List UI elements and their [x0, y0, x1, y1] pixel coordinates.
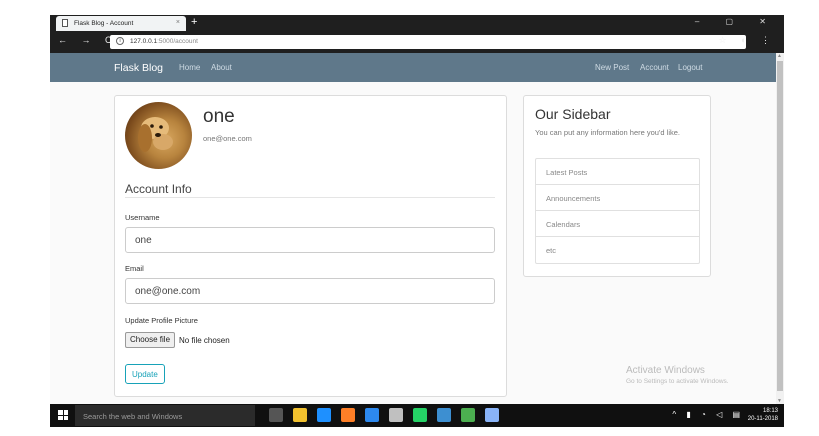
app-icon[interactable]: [437, 408, 451, 422]
nav-buttons[interactable]: ← → C: [58, 35, 118, 45]
url-path: :5000/account: [157, 38, 198, 45]
sidebar-item-latest-posts[interactable]: Latest Posts: [536, 159, 699, 185]
account-username-heading: one: [203, 106, 235, 127]
nav-home-link[interactable]: Home: [179, 63, 200, 72]
sidebar-card: Our Sidebar You can put any information …: [523, 95, 711, 277]
legend-divider: [125, 197, 495, 198]
username-label: Username: [125, 213, 160, 222]
activate-windows-subtitle: Go to Settings to activate Windows.: [626, 378, 729, 385]
system-tray-icons[interactable]: ^ ▮ ◔ ◁ ▤: [672, 410, 744, 419]
toolbar-icons[interactable]: ☆ ◐ ⋮: [718, 35, 776, 46]
sidebar-item-etc[interactable]: etc: [536, 237, 699, 263]
site-navbar: Flask Blog Home About New Post Account L…: [50, 53, 776, 82]
new-tab-button[interactable]: +: [191, 16, 197, 29]
avatar: [125, 102, 192, 169]
info-icon[interactable]: i: [116, 37, 124, 45]
screen: Flask Blog - Account × + – ▢ ✕ ← → C i 1…: [0, 0, 819, 436]
nav-about-link[interactable]: About: [211, 63, 232, 72]
file-explorer-icon[interactable]: [293, 408, 307, 422]
picture-label: Update Profile Picture: [125, 316, 198, 325]
taskbar-search[interactable]: Search the web and Windows: [75, 405, 255, 426]
whatsapp-icon[interactable]: [413, 408, 427, 422]
email-label: Email: [125, 264, 144, 273]
nav-new-post-link[interactable]: New Post: [595, 63, 629, 72]
sidebar-list: Latest Posts Announcements Calendars etc: [535, 158, 700, 264]
email-input[interactable]: one@one.com: [125, 278, 495, 304]
update-button[interactable]: Update: [125, 364, 165, 384]
taskbar-clock[interactable]: 18:13 20-11-2018: [748, 407, 778, 423]
browser-tab[interactable]: Flask Blog - Account ×: [56, 16, 186, 31]
app-icon[interactable]: [461, 408, 475, 422]
browser-tab-strip: Flask Blog - Account × + – ▢ ✕: [50, 15, 784, 31]
username-input[interactable]: one: [125, 227, 495, 253]
tab-title: Flask Blog - Account: [74, 20, 134, 27]
clock-date: 20-11-2018: [747, 416, 778, 422]
windows-taskbar: Search the web and Windows ^ ▮ ◔ ◁ ▤ 18:…: [50, 404, 784, 427]
dog-photo: [138, 117, 173, 152]
account-info-legend: Account Info: [125, 182, 192, 196]
edge-icon[interactable]: [317, 408, 331, 422]
window-controls[interactable]: – ▢ ✕: [695, 17, 778, 26]
address-bar[interactable]: i 127.0.0.1:5000/account: [110, 35, 746, 49]
app-icon[interactable]: [485, 408, 499, 422]
address-toolbar: ← → C i 127.0.0.1:5000/account ☆ ◐ ⋮: [50, 31, 784, 53]
sidebar-item-announcements[interactable]: Announcements: [536, 185, 699, 211]
sidebar-item-calendars[interactable]: Calendars: [536, 211, 699, 237]
page-content: one one@one.com Account Info Username on…: [50, 82, 776, 404]
scroll-thumb[interactable]: [777, 61, 783, 391]
choose-file-button[interactable]: Choose file: [125, 332, 176, 348]
url-host: 127.0.0.1: [130, 38, 158, 45]
windows-start-icon[interactable]: [58, 410, 68, 420]
scroll-up-icon[interactable]: ▲: [777, 53, 782, 59]
sidebar-text: You can put any information here you'd l…: [535, 128, 680, 137]
nav-logout-link[interactable]: Logout: [678, 63, 702, 72]
sidebar-title: Our Sidebar: [535, 106, 611, 122]
paint-icon[interactable]: [389, 408, 403, 422]
nav-account-link[interactable]: Account: [640, 63, 669, 72]
page-scrollbar[interactable]: ▲ ▼: [776, 53, 784, 404]
tab-close-icon[interactable]: ×: [176, 19, 180, 26]
page-icon: [62, 19, 68, 27]
app-icon[interactable]: [365, 408, 379, 422]
clock-time: 18:13: [762, 408, 778, 414]
task-view-icon[interactable]: [269, 408, 283, 422]
file-status-text: No file chosen: [179, 336, 230, 345]
activate-windows-title: Activate Windows: [626, 365, 705, 376]
brand-link[interactable]: Flask Blog: [114, 62, 163, 74]
account-card: one one@one.com Account Info Username on…: [114, 95, 507, 397]
chrome-icon[interactable]: [341, 408, 355, 422]
account-email-text: one@one.com: [203, 134, 252, 143]
